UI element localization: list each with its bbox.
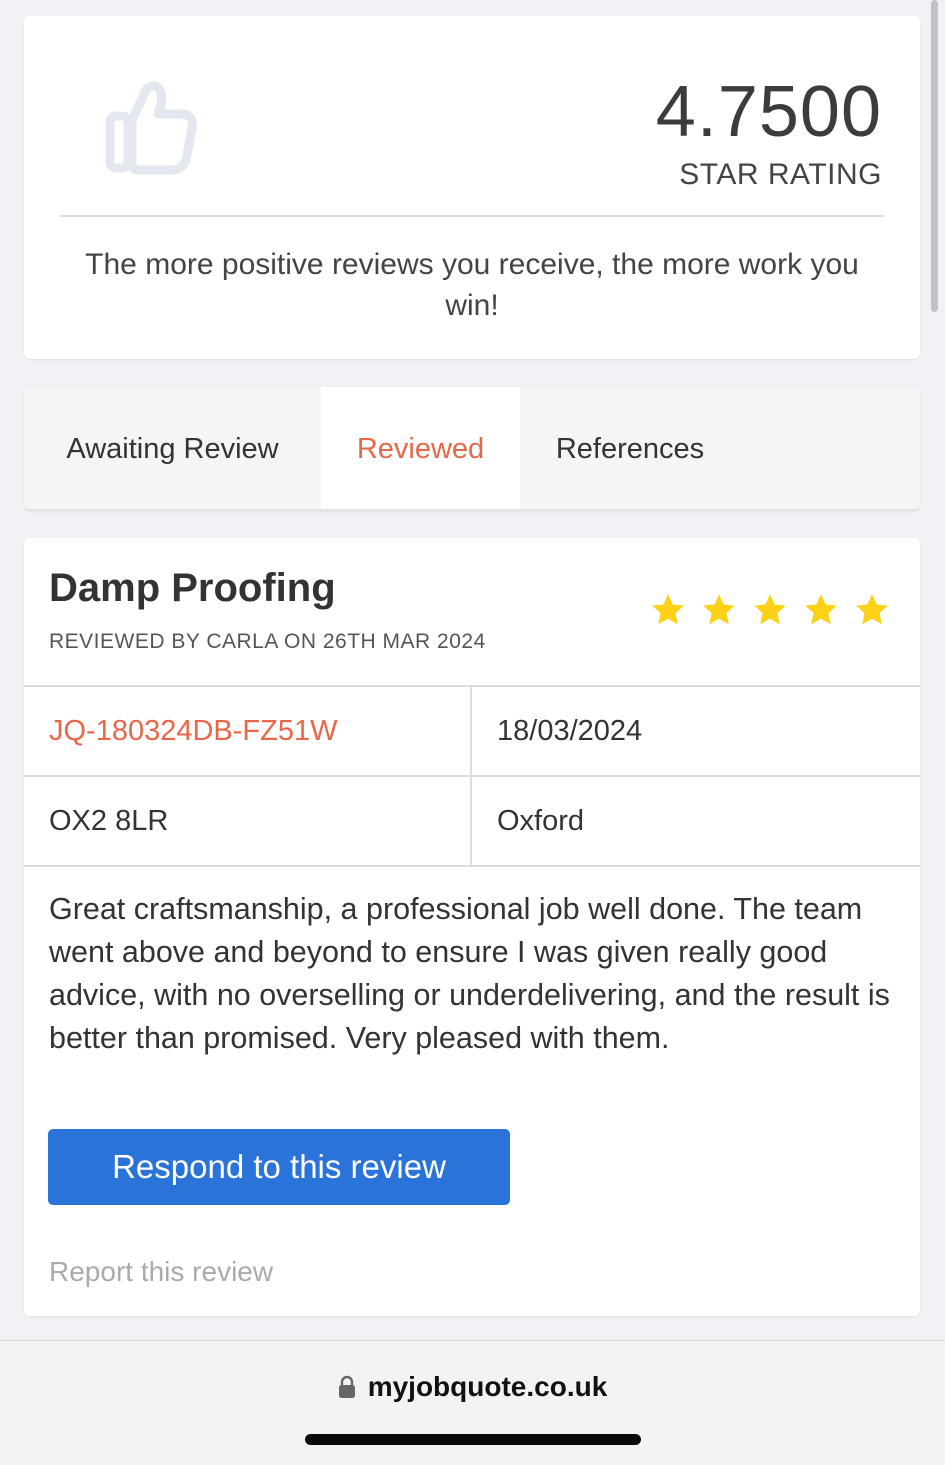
divider bbox=[60, 215, 884, 217]
lock-icon bbox=[338, 1375, 355, 1398]
tab-reviewed[interactable]: Reviewed bbox=[321, 387, 520, 511]
star-icon bbox=[703, 594, 735, 625]
job-id[interactable]: JQ-180324DB-FZ51W bbox=[49, 687, 469, 775]
review-tabs: Awaiting Review Reviewed References bbox=[24, 387, 920, 511]
divider bbox=[470, 687, 472, 775]
tab-references[interactable]: References bbox=[520, 387, 740, 511]
tabs-divider bbox=[24, 509, 920, 511]
review-meta: REVIEWED BY CARLA ON 26TH MAR 2024 bbox=[49, 630, 486, 653]
star-icon bbox=[754, 594, 786, 625]
star-rating bbox=[650, 592, 890, 628]
star-icon bbox=[805, 594, 837, 625]
review-card: Damp Proofing REVIEWED BY CARLA ON 26TH … bbox=[24, 538, 920, 1316]
rating-label: STAR RATING bbox=[679, 158, 882, 191]
tab-awaiting-review[interactable]: Awaiting Review bbox=[24, 387, 321, 511]
job-postcode: OX2 8LR bbox=[49, 804, 169, 837]
review-title: Damp Proofing bbox=[49, 566, 336, 610]
rating-message: The more positive reviews you receive, t… bbox=[85, 248, 859, 322]
review-text: Great craftsmanship, a professional job … bbox=[49, 892, 890, 1055]
table-row: JQ-180324DB-FZ51W 18/03/2024 bbox=[24, 685, 920, 775]
rating-card: 4.7500 STAR RATING The more positive rev… bbox=[24, 16, 920, 359]
browser-address-bar: myjobquote.co.uk bbox=[0, 1340, 945, 1465]
job-town: Oxford bbox=[497, 804, 585, 837]
report-review-link[interactable]: Report this review bbox=[49, 1256, 273, 1288]
star-icon bbox=[856, 594, 888, 625]
star-icon bbox=[652, 594, 684, 625]
rating-value: 4.7500 bbox=[655, 72, 882, 152]
url-text: myjobquote.co.uk bbox=[367, 1371, 608, 1402]
scrollbar[interactable] bbox=[931, 0, 938, 312]
job-details-grid: JQ-180324DB-FZ51W 18/03/2024 OX2 8LR Oxf… bbox=[24, 685, 920, 867]
url-field[interactable]: myjobquote.co.uk bbox=[0, 1371, 945, 1403]
thumbs-up-icon bbox=[105, 81, 197, 175]
job-date: 18/03/2024 bbox=[497, 714, 643, 747]
divider bbox=[470, 777, 472, 865]
table-row: OX2 8LR Oxford bbox=[24, 775, 920, 867]
home-indicator[interactable] bbox=[305, 1434, 641, 1445]
respond-to-review-button[interactable]: Respond to this review bbox=[48, 1129, 510, 1205]
